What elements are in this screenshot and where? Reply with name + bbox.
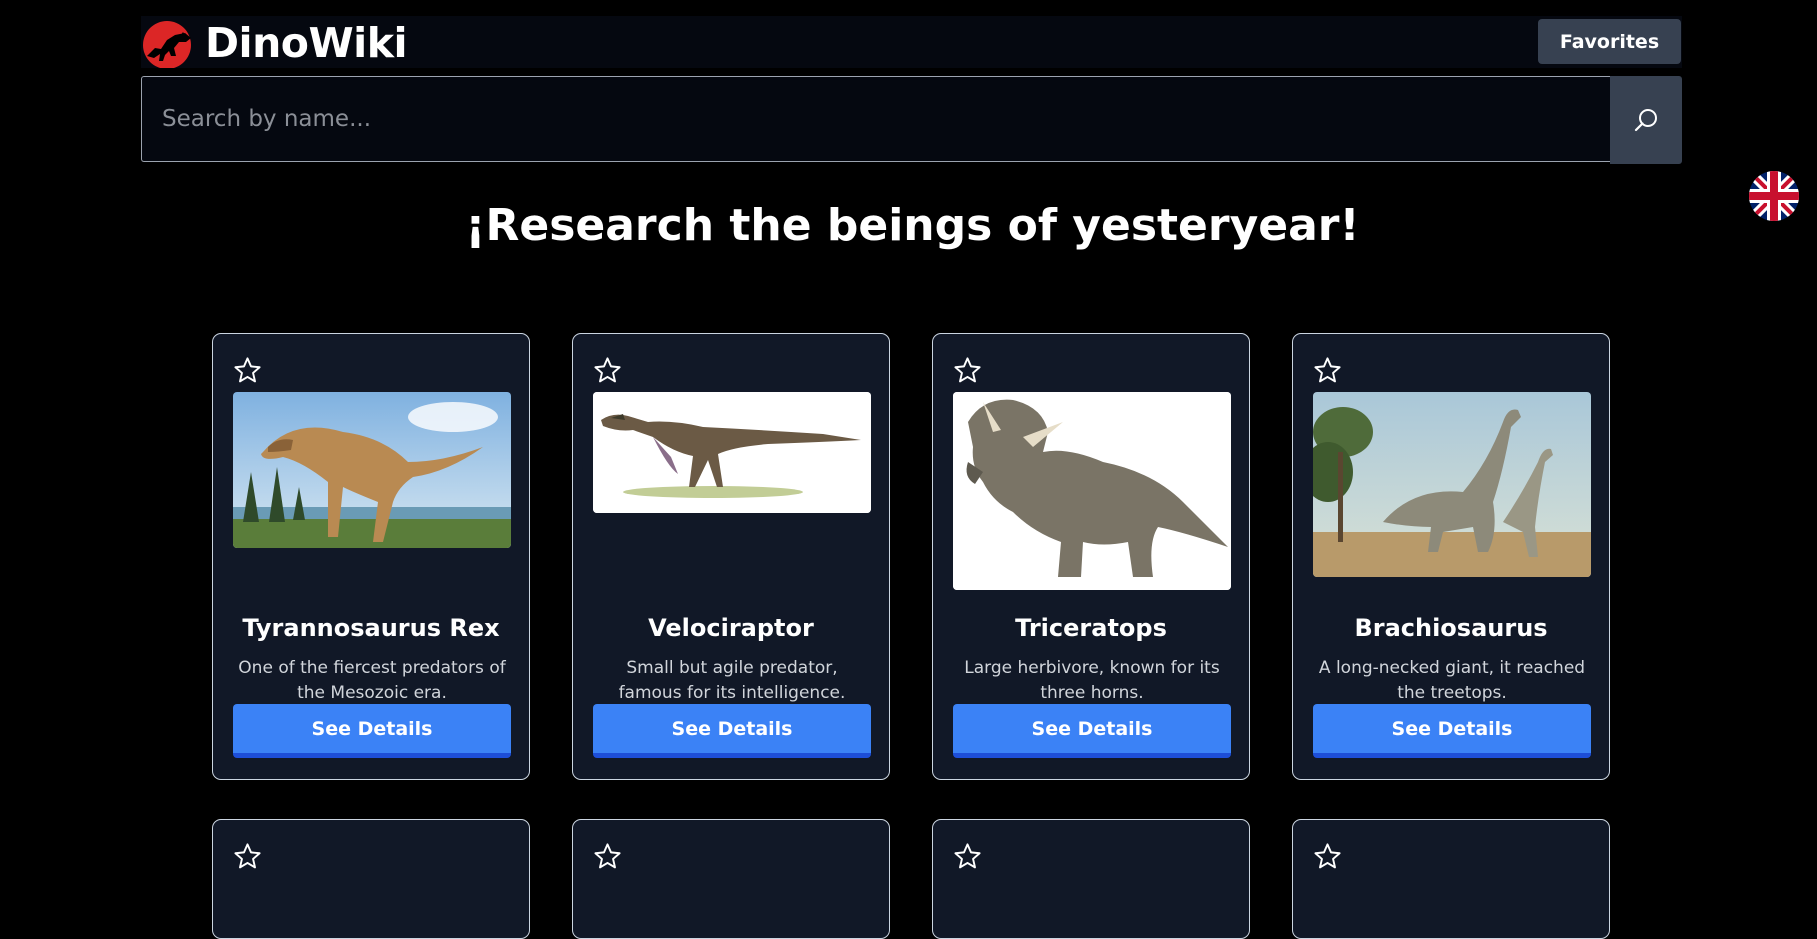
see-details-button[interactable]: See Details — [593, 704, 871, 758]
dino-card: Brachiosaurus A long-necked giant, it re… — [1292, 333, 1610, 780]
page-headline: ¡Research the beings of yesteryear! — [465, 200, 1360, 251]
favorite-star-icon[interactable] — [1313, 356, 1342, 385]
dino-card-description: A long-necked giant, it reached the tree… — [1318, 658, 1586, 703]
dino-card-description: Large herbivore, known for its three hor… — [964, 658, 1220, 703]
dino-card: Triceratops Large herbivore, known for i… — [932, 333, 1250, 780]
dino-card-title: Tyrannosaurus Rex — [242, 614, 500, 642]
search-bar — [141, 76, 1682, 164]
favorite-star-icon[interactable] — [953, 356, 982, 385]
search-icon — [1634, 109, 1657, 132]
dino-card — [932, 819, 1250, 939]
dinosaur-logo-icon — [143, 21, 191, 68]
favorite-star-icon[interactable] — [593, 356, 622, 385]
dino-card: Velociraptor Small but agile predator, f… — [572, 333, 890, 780]
see-details-button[interactable]: See Details — [953, 704, 1231, 758]
see-details-button[interactable]: See Details — [1313, 704, 1591, 758]
favorite-star-icon[interactable] — [233, 356, 262, 385]
dino-image — [233, 392, 511, 548]
dino-card-title: Brachiosaurus — [1354, 614, 1548, 642]
dino-card-description: One of the fiercest predators of the Mes… — [238, 658, 506, 703]
dino-image — [953, 392, 1231, 590]
see-details-button[interactable]: See Details — [233, 704, 511, 758]
dino-card-title: Triceratops — [1015, 614, 1167, 642]
favorite-star-icon[interactable] — [593, 842, 622, 871]
dino-card-description: Small but agile predator, famous for its… — [618, 658, 846, 703]
search-input[interactable] — [141, 76, 1610, 162]
dino-card-title: Velociraptor — [648, 614, 814, 642]
favorite-star-icon[interactable] — [1313, 842, 1342, 871]
favorites-button[interactable]: Favorites — [1538, 19, 1681, 64]
logo[interactable]: DinoWiki — [141, 18, 408, 68]
dino-card — [572, 819, 890, 939]
search-button[interactable] — [1610, 76, 1682, 164]
favorite-star-icon[interactable] — [953, 842, 982, 871]
dino-card — [1292, 819, 1610, 939]
dino-card — [212, 819, 530, 939]
brand-name: DinoWiki — [205, 19, 408, 67]
dino-image — [1313, 392, 1591, 577]
favorite-star-icon[interactable] — [233, 842, 262, 871]
dino-card: Tyrannosaurus Rex One of the fiercest pr… — [212, 333, 530, 780]
dino-image — [593, 392, 871, 513]
